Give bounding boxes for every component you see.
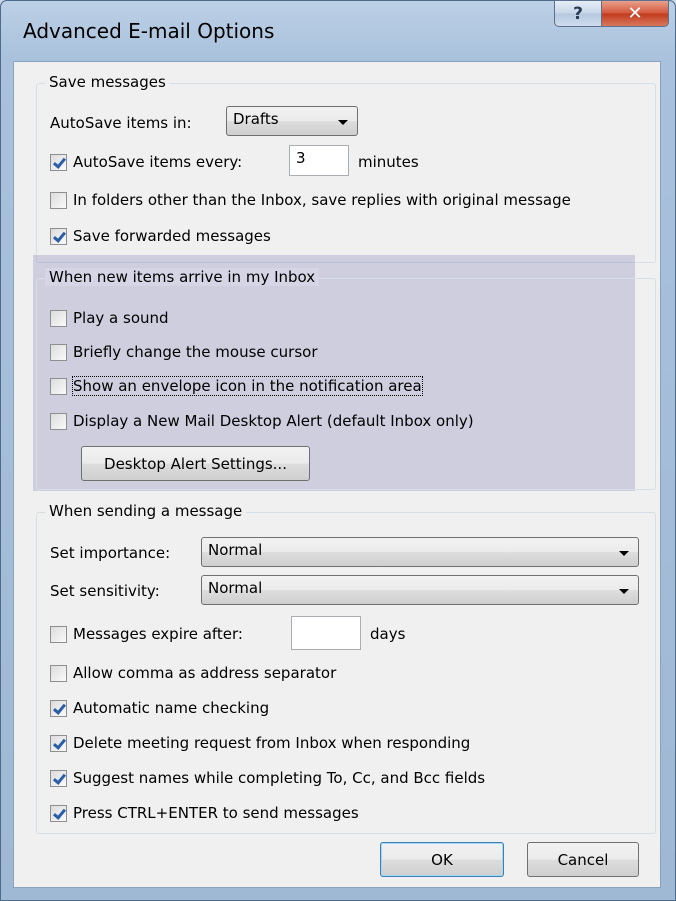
comma-separator-row[interactable]: Allow comma as address separator xyxy=(50,661,336,685)
delete-meeting-row[interactable]: Delete meeting request from Inbox when r… xyxy=(50,731,470,755)
envelope-icon-label: Show an envelope icon in the notificatio… xyxy=(72,376,423,396)
title-bar[interactable]: Advanced E-mail Options ? ✕ xyxy=(1,0,675,63)
play-sound-label: Play a sound xyxy=(73,309,169,327)
name-checking-checkbox[interactable] xyxy=(50,699,67,717)
ok-button[interactable]: OK xyxy=(380,842,504,877)
ctrl-enter-label: Press CTRL+ENTER to send messages xyxy=(73,804,359,822)
play-sound-row[interactable]: Play a sound xyxy=(50,306,169,330)
new-items-title: When new items arrive in my Inbox xyxy=(45,268,320,286)
name-checking-label: Automatic name checking xyxy=(73,699,270,717)
autosave-minutes-unit-row: minutes xyxy=(358,150,419,174)
save-forwarded-checkbox[interactable] xyxy=(50,227,67,245)
sensitivity-row: Set sensitivity: xyxy=(50,577,160,605)
desktop-alert-checkbox[interactable] xyxy=(50,412,67,430)
importance-row: Set importance: xyxy=(50,539,170,567)
autosave-in-label: AutoSave items in: xyxy=(50,114,192,132)
envelope-icon-row[interactable]: Show an envelope icon in the notificatio… xyxy=(50,374,423,398)
autosave-minutes-input[interactable]: 3 xyxy=(289,145,349,176)
suggest-names-row[interactable]: Suggest names while completing To, Cc, a… xyxy=(50,766,485,790)
expire-checkbox[interactable] xyxy=(50,625,67,643)
change-cursor-checkbox[interactable] xyxy=(50,343,67,361)
dialog-window: Advanced E-mail Options ? ✕ Save message… xyxy=(0,0,676,901)
comma-separator-checkbox[interactable] xyxy=(50,664,67,682)
autosave-every-label: AutoSave items every: xyxy=(73,153,243,171)
expire-row[interactable]: Messages expire after: xyxy=(50,622,243,646)
help-icon: ? xyxy=(573,3,583,24)
expire-unit-row: days xyxy=(370,622,405,646)
importance-label: Set importance: xyxy=(50,544,171,562)
expire-unit: days xyxy=(370,625,406,643)
ctrl-enter-row[interactable]: Press CTRL+ENTER to send messages xyxy=(50,801,359,825)
expire-days-input[interactable] xyxy=(291,616,361,650)
importance-value: Normal xyxy=(208,541,263,559)
save-forwarded-label: Save forwarded messages xyxy=(73,227,271,245)
sensitivity-dropdown[interactable]: Normal xyxy=(201,575,639,605)
suggest-names-checkbox[interactable] xyxy=(50,769,67,787)
autosave-minutes-unit: minutes xyxy=(358,153,419,171)
save-messages-title: Save messages xyxy=(45,73,170,91)
chevron-down-icon xyxy=(338,120,348,125)
help-button[interactable]: ? xyxy=(554,0,602,27)
change-cursor-label: Briefly change the mouse cursor xyxy=(73,343,318,361)
desktop-alert-row[interactable]: Display a New Mail Desktop Alert (defaul… xyxy=(50,409,474,433)
change-cursor-row[interactable]: Briefly change the mouse cursor xyxy=(50,340,318,364)
save-forwarded-row[interactable]: Save forwarded messages xyxy=(50,224,271,248)
comma-separator-label: Allow comma as address separator xyxy=(73,664,337,682)
window-title: Advanced E-mail Options xyxy=(23,19,275,43)
autosave-every-checkbox[interactable] xyxy=(50,153,67,171)
expire-label: Messages expire after: xyxy=(73,625,243,643)
suggest-names-label: Suggest names while completing To, Cc, a… xyxy=(73,769,486,787)
desktop-alert-settings-button[interactable]: Desktop Alert Settings... xyxy=(81,446,310,481)
save-replies-label: In folders other than the Inbox, save re… xyxy=(73,191,571,209)
autosave-folder-value: Drafts xyxy=(233,110,279,128)
sensitivity-value: Normal xyxy=(208,579,263,597)
desktop-alert-label: Display a New Mail Desktop Alert (defaul… xyxy=(73,412,474,430)
importance-dropdown[interactable]: Normal xyxy=(201,537,639,567)
delete-meeting-checkbox[interactable] xyxy=(50,734,67,752)
autosave-every-row[interactable]: AutoSave items every: xyxy=(50,150,242,174)
sensitivity-label: Set sensitivity: xyxy=(50,582,160,600)
name-checking-row[interactable]: Automatic name checking xyxy=(50,696,269,720)
chevron-down-icon xyxy=(619,589,629,594)
autosave-folder-dropdown[interactable]: Drafts xyxy=(226,106,358,136)
play-sound-checkbox[interactable] xyxy=(50,309,67,327)
close-icon: ✕ xyxy=(627,3,643,24)
close-button[interactable]: ✕ xyxy=(601,0,669,27)
autosave-in-row: AutoSave items in: xyxy=(50,108,192,138)
delete-meeting-label: Delete meeting request from Inbox when r… xyxy=(73,734,471,752)
cancel-button[interactable]: Cancel xyxy=(527,842,639,877)
ctrl-enter-checkbox[interactable] xyxy=(50,804,67,822)
dialog-client-area: Save messages AutoSave items in: Drafts … xyxy=(13,61,661,888)
envelope-icon-checkbox[interactable] xyxy=(50,377,67,395)
save-replies-checkbox[interactable] xyxy=(50,191,67,209)
save-replies-row[interactable]: In folders other than the Inbox, save re… xyxy=(50,188,571,212)
chevron-down-icon xyxy=(619,551,629,556)
sending-title: When sending a message xyxy=(45,502,247,520)
